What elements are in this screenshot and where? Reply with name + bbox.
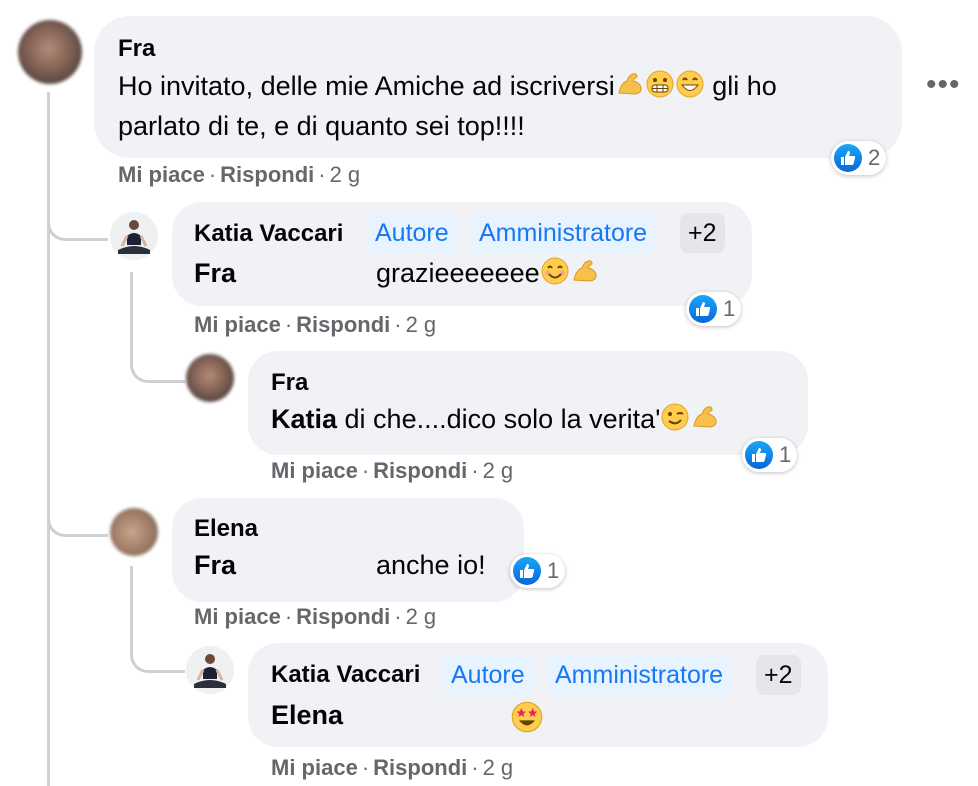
winking-emoji <box>660 402 690 442</box>
comment-text-part: di che....dico solo la verita' <box>337 404 661 434</box>
more-badges[interactable]: +2 <box>680 213 725 253</box>
reply-button[interactable]: Rispondi <box>296 604 390 629</box>
separator: · <box>361 458 370 483</box>
comment-text-line2: parlato di te, e di quanto sei top!!!! <box>118 111 525 141</box>
avatar[interactable] <box>110 508 158 556</box>
comment-text: Fra <box>194 546 236 584</box>
comment-actions: Mi piace · Rispondi · 2 g <box>271 458 513 484</box>
thumbs-up-icon <box>513 557 541 585</box>
comment-author[interactable]: Elena <box>194 515 258 543</box>
timestamp[interactable]: 2 g <box>406 604 437 629</box>
avatar[interactable] <box>186 646 234 694</box>
separator: · <box>318 162 326 187</box>
like-button[interactable]: Mi piace <box>118 162 205 187</box>
comment-actions: Mi piace · Rispondi · 2 g <box>271 755 513 781</box>
comment-author[interactable]: Fra <box>271 369 308 397</box>
comment-text: anche io! <box>376 550 486 580</box>
reply-button[interactable]: Rispondi <box>296 312 390 337</box>
separator: · <box>471 755 479 780</box>
comment-text: Katia di che....dico solo la verita' <box>271 400 720 442</box>
avatar[interactable] <box>110 212 158 260</box>
separator: · <box>284 604 293 629</box>
like-button[interactable]: Mi piace <box>194 312 281 337</box>
smiling-emoji <box>540 256 570 296</box>
more-horizontal-icon[interactable]: ••• <box>926 68 961 102</box>
comment-actions: Mi piace · Rispondi · 2 g <box>194 312 436 338</box>
timestamp[interactable]: 2 g <box>406 312 437 337</box>
comment-text: Fra <box>194 254 236 292</box>
comment-actions: Mi piace · Rispondi · 2 g <box>118 162 360 188</box>
reaction-count[interactable]: 2 <box>831 141 887 175</box>
author-badge: Autore <box>443 655 533 695</box>
reaction-number: 1 <box>547 558 560 583</box>
like-button[interactable]: Mi piace <box>271 458 358 483</box>
comment-text: Ho invitato, delle mie Amiche ad iscrive… <box>118 67 777 109</box>
mention-link[interactable]: Fra <box>194 258 236 288</box>
separator: · <box>284 312 293 337</box>
admin-badge: Amministratore <box>471 213 656 253</box>
comment-author[interactable]: Katia Vaccari <box>194 220 343 248</box>
reply-button[interactable]: Rispondi <box>220 162 314 187</box>
thread-line-reply <box>130 272 133 352</box>
reaction-count[interactable]: 1 <box>686 292 742 326</box>
comment-text-part: grazieeeeeee <box>376 258 540 288</box>
author-badge: Autore <box>367 213 457 253</box>
grimacing-emoji <box>645 69 675 109</box>
separator: · <box>208 162 217 187</box>
separator: · <box>394 312 402 337</box>
reaction-count[interactable]: 1 <box>510 554 566 588</box>
like-button[interactable]: Mi piace <box>194 604 281 629</box>
flexed-biceps-emoji <box>570 256 600 296</box>
thread-connector <box>47 200 108 241</box>
separator: · <box>361 755 370 780</box>
thumbs-up-icon <box>689 295 717 323</box>
reply-button[interactable]: Rispondi <box>373 458 467 483</box>
comment-author[interactable]: Fra <box>118 35 155 63</box>
timestamp[interactable]: 2 g <box>483 755 514 780</box>
flexed-biceps-emoji <box>690 402 720 442</box>
comment-text-part: gli ho <box>712 71 777 101</box>
more-badges[interactable]: +2 <box>756 655 801 695</box>
comment-text-part: Ho invitato, delle mie Amiche ad iscrive… <box>118 71 615 101</box>
reaction-number: 1 <box>723 296 736 321</box>
like-button[interactable]: Mi piace <box>271 755 358 780</box>
star-struck-emoji <box>510 700 544 739</box>
thumbs-up-icon <box>834 144 862 172</box>
comment-text: Elena <box>271 696 343 734</box>
separator: · <box>471 458 479 483</box>
timestamp[interactable]: 2 g <box>483 458 514 483</box>
avatar[interactable] <box>186 354 234 402</box>
reaction-number: 1 <box>779 442 792 467</box>
timestamp[interactable]: 2 g <box>330 162 361 187</box>
mention-link[interactable]: Katia <box>271 404 337 434</box>
reply-button[interactable]: Rispondi <box>373 755 467 780</box>
flexed-biceps-emoji <box>615 69 645 109</box>
thread-line-reply <box>130 566 133 646</box>
grinning-emoji <box>675 69 705 109</box>
separator: · <box>394 604 402 629</box>
comment-actions: Mi piace · Rispondi · 2 g <box>194 604 436 630</box>
reaction-number: 2 <box>868 145 881 170</box>
comment-author[interactable]: Katia Vaccari <box>271 661 420 689</box>
mention-link[interactable]: Fra <box>194 550 236 580</box>
thread-connector <box>130 350 185 383</box>
thread-connector <box>130 640 185 673</box>
avatar[interactable] <box>18 20 82 84</box>
thread-line-main <box>47 92 50 786</box>
comment-text: grazieeeeeee <box>376 254 600 296</box>
thumbs-up-icon <box>745 441 773 469</box>
admin-badge: Amministratore <box>547 655 732 695</box>
reaction-count[interactable]: 1 <box>742 438 798 472</box>
mention-link[interactable]: Elena <box>271 700 343 730</box>
thread-connector <box>47 496 108 537</box>
